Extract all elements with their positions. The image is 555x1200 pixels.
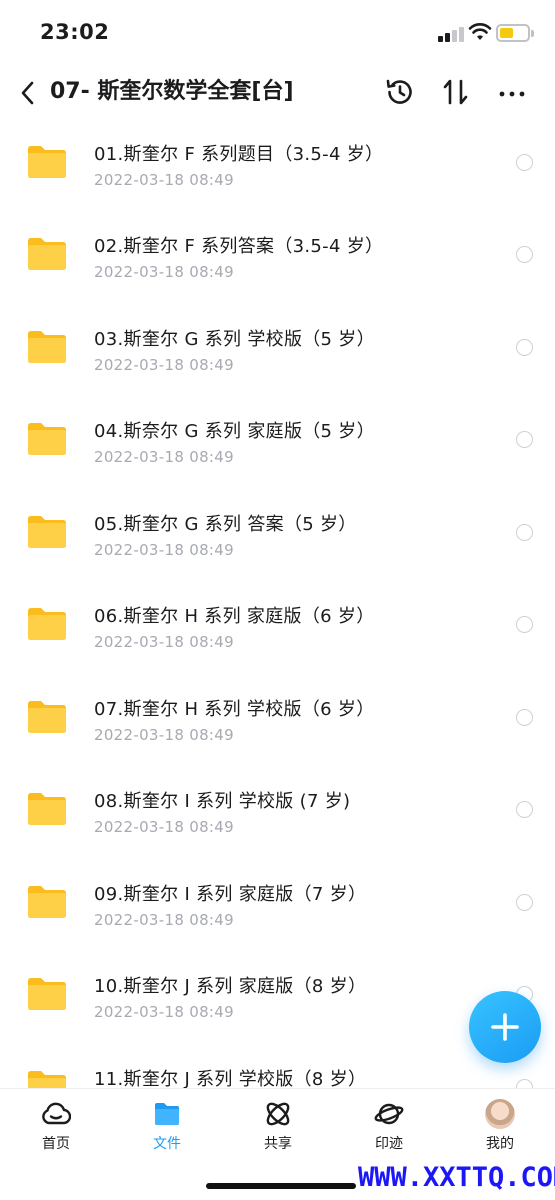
select-checkbox[interactable]: [516, 246, 533, 263]
select-checkbox[interactable]: [516, 431, 533, 448]
folder-row[interactable]: 05.斯奎尔 G 系列 答案（5 岁） 2022-03-18 08:49: [0, 494, 555, 586]
file-list: 01.斯奎尔 F 系列题目（3.5-4 岁） 2022-03-18 08:49 …: [0, 124, 555, 1088]
file-name: 08.斯奎尔 I 系列 学校版 (7 岁): [94, 791, 351, 812]
add-button[interactable]: [469, 991, 541, 1063]
tab-files[interactable]: 文件: [122, 1099, 212, 1159]
tab-home[interactable]: 首页: [11, 1099, 101, 1159]
file-name: 02.斯奎尔 F 系列答案（3.5-4 岁）: [94, 236, 384, 257]
tab-label: 印迹: [375, 1136, 403, 1152]
navigation-header: 07- 斯奎尔数学全套[台]: [0, 66, 555, 120]
tab-label: 共享: [264, 1136, 292, 1152]
wifi-icon: [468, 23, 492, 40]
folder-icon: [155, 1103, 179, 1125]
folder-row[interactable]: 01.斯奎尔 F 系列题目（3.5-4 岁） 2022-03-18 08:49: [0, 124, 555, 216]
share-atom-icon: [266, 1102, 290, 1126]
file-date: 2022-03-18 08:49: [94, 726, 234, 744]
tab-mine[interactable]: 我的: [455, 1099, 545, 1159]
folder-row[interactable]: 09.斯奎尔 I 系列 家庭版（7 岁） 2022-03-18 08:49: [0, 864, 555, 956]
select-checkbox[interactable]: [516, 801, 533, 818]
plus-icon: [491, 1013, 519, 1041]
folder-row[interactable]: 11.斯奎尔 J 系列 学校版（8 岁）: [0, 1049, 555, 1088]
tab-label: 我的: [486, 1136, 514, 1152]
file-date: 2022-03-18 08:49: [94, 263, 234, 281]
tab-label: 首页: [42, 1136, 70, 1152]
more-icon[interactable]: [495, 75, 529, 109]
folder-icon: [28, 423, 66, 455]
folder-icon: [28, 146, 66, 178]
folder-icon: [28, 701, 66, 733]
status-bar: 23:02: [0, 0, 555, 66]
file-name: 10.斯奎尔 J 系列 家庭版（8 岁）: [94, 976, 367, 997]
folder-row[interactable]: 02.斯奎尔 F 系列答案（3.5-4 岁） 2022-03-18 08:49: [0, 216, 555, 308]
folder-row[interactable]: 07.斯奎尔 H 系列 学校版（6 岁） 2022-03-18 08:49: [0, 679, 555, 771]
folder-icon: [28, 886, 66, 918]
tab-traces[interactable]: 印迹: [344, 1099, 434, 1159]
tab-label: 文件: [153, 1136, 181, 1152]
folder-icon: [28, 331, 66, 363]
file-name: 06.斯奎尔 H 系列 家庭版（6 岁）: [94, 606, 375, 627]
back-button[interactable]: [14, 76, 42, 110]
file-name: 04.斯奈尔 G 系列 家庭版（5 岁）: [94, 421, 375, 442]
select-checkbox[interactable]: [516, 524, 533, 541]
select-checkbox[interactable]: [516, 709, 533, 726]
select-checkbox[interactable]: [516, 154, 533, 171]
watermark: WWW.XXTTQ.COM: [358, 1162, 555, 1193]
select-checkbox[interactable]: [516, 1079, 533, 1088]
folder-icon: [28, 238, 66, 270]
file-name: 03.斯奎尔 G 系列 学校版（5 岁）: [94, 329, 375, 350]
select-checkbox[interactable]: [516, 339, 533, 356]
select-checkbox[interactable]: [516, 894, 533, 911]
select-checkbox[interactable]: [516, 616, 533, 633]
file-name: 01.斯奎尔 F 系列题目（3.5-4 岁）: [94, 144, 384, 165]
file-date: 2022-03-18 08:49: [94, 1003, 234, 1021]
page-title: 07- 斯奎尔数学全套[台]: [50, 79, 294, 104]
sort-icon[interactable]: [439, 75, 473, 109]
cloud-icon: [42, 1102, 71, 1125]
planet-icon: [374, 1103, 404, 1125]
folder-icon: [28, 978, 66, 1010]
file-date: 2022-03-18 08:49: [94, 633, 234, 651]
file-name: 05.斯奎尔 G 系列 答案（5 岁）: [94, 514, 357, 535]
file-name: 07.斯奎尔 H 系列 学校版（6 岁）: [94, 699, 375, 720]
file-date: 2022-03-18 08:49: [94, 448, 234, 466]
folder-icon: [28, 516, 66, 548]
folder-icon: [28, 1071, 66, 1088]
folder-icon: [28, 608, 66, 640]
folder-row[interactable]: 03.斯奎尔 G 系列 学校版（5 岁） 2022-03-18 08:49: [0, 309, 555, 401]
file-date: 2022-03-18 08:49: [94, 171, 234, 189]
status-time: 23:02: [40, 20, 110, 44]
avatar: [485, 1099, 515, 1129]
history-icon[interactable]: [383, 75, 417, 109]
battery-icon: [496, 24, 534, 42]
home-indicator: [206, 1183, 356, 1189]
file-name: 11.斯奎尔 J 系列 学校版（8 岁）: [94, 1069, 367, 1088]
tab-share[interactable]: 共享: [233, 1099, 323, 1159]
folder-icon: [28, 793, 66, 825]
file-date: 2022-03-18 08:49: [94, 541, 234, 559]
file-date: 2022-03-18 08:49: [94, 818, 234, 836]
cellular-signal-icon: [438, 26, 464, 42]
folder-row[interactable]: 08.斯奎尔 I 系列 学校版 (7 岁) 2022-03-18 08:49: [0, 771, 555, 863]
folder-row[interactable]: 06.斯奎尔 H 系列 家庭版（6 岁） 2022-03-18 08:49: [0, 586, 555, 678]
folder-row[interactable]: 04.斯奈尔 G 系列 家庭版（5 岁） 2022-03-18 08:49: [0, 401, 555, 493]
file-name: 09.斯奎尔 I 系列 家庭版（7 岁）: [94, 884, 367, 905]
file-date: 2022-03-18 08:49: [94, 356, 234, 374]
file-date: 2022-03-18 08:49: [94, 911, 234, 929]
